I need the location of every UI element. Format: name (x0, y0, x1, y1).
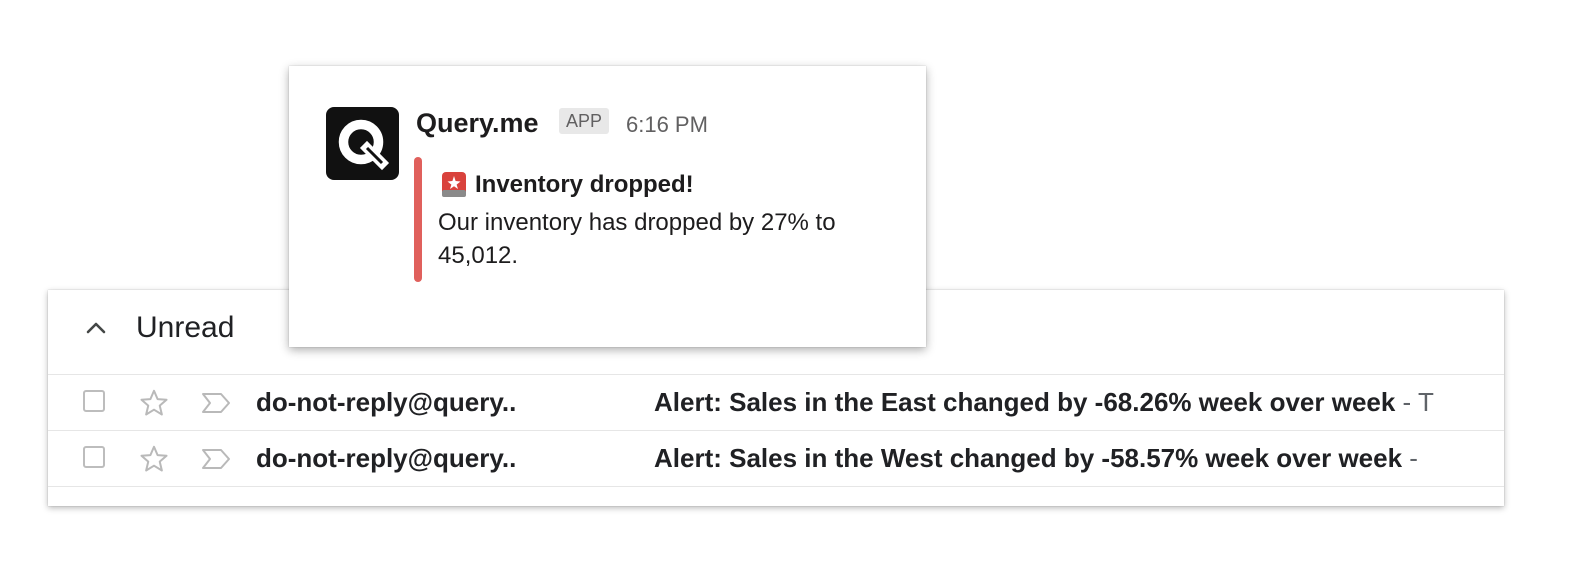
sender: do-not-reply@query.. (256, 387, 517, 417)
rotating-light-icon (440, 169, 468, 199)
importance-marker-icon[interactable] (200, 390, 232, 416)
select-checkbox[interactable] (83, 446, 105, 468)
chevron-up-icon[interactable] (84, 316, 108, 340)
star-icon[interactable] (138, 387, 170, 419)
mail-row[interactable]: do-not-reply@query.. Alert: Sales in the… (48, 430, 1504, 487)
subject: Alert: Sales in the East changed by -68.… (654, 387, 1396, 417)
snippet: - (1402, 443, 1418, 473)
star-icon[interactable] (138, 443, 170, 475)
subject: Alert: Sales in the West changed by -58.… (654, 443, 1403, 473)
message-timestamp[interactable]: 6:16 PM (626, 110, 708, 140)
mail-row[interactable]: do-not-reply@query.. Alert: Sales in the… (48, 374, 1504, 430)
subject-line: Alert: Sales in the East changed by -68.… (654, 386, 1504, 418)
app-name[interactable]: Query.me (416, 106, 539, 140)
query-me-logo-icon[interactable] (326, 107, 399, 180)
select-checkbox[interactable] (83, 390, 105, 412)
slack-message-card: Query.me APP 6:16 PM Inventory dropped! … (289, 66, 926, 347)
attachment-accent-bar (414, 157, 422, 282)
alert-title: Inventory dropped! (475, 171, 694, 198)
snippet: - T (1395, 387, 1434, 417)
app-badge: APP (559, 108, 610, 134)
section-title: Unread (136, 311, 235, 344)
sender: do-not-reply@query.. (256, 443, 517, 473)
importance-marker-icon[interactable] (200, 446, 232, 472)
alert-body: Our inventory has dropped by 27% to 45,0… (438, 209, 836, 269)
screenshot-canvas: Unread do-not-reply@query.. Alert: Sales… (0, 0, 1584, 580)
subject-line: Alert: Sales in the West changed by -58.… (654, 442, 1504, 474)
